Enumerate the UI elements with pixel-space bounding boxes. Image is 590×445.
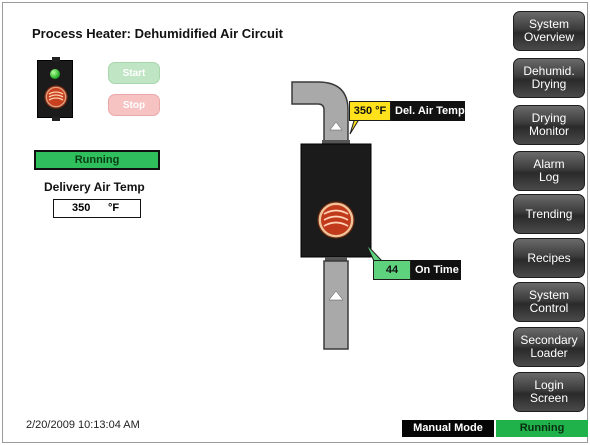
nav-system-control-button[interactable]: System Control: [513, 282, 585, 322]
datetime-display: 2/20/2009 10:13:04 AM: [26, 419, 140, 431]
start-button[interactable]: Start: [108, 62, 160, 84]
page-title: Process Heater: Dehumidified Air Circuit: [32, 26, 283, 41]
nav-secondary-loader-button[interactable]: Secondary Loader: [513, 327, 585, 367]
heater-status-indicator: [37, 57, 73, 121]
indicator-mount-top: [52, 57, 60, 61]
nav-trending-button[interactable]: Trending: [513, 194, 585, 234]
stop-button[interactable]: Stop: [108, 94, 160, 116]
on-time-callout: 44 On Time: [373, 260, 461, 280]
heater-element-icon: [317, 201, 355, 239]
nav-recipes-button[interactable]: Recipes: [513, 238, 585, 278]
indicator-mount-bottom: [52, 117, 60, 121]
system-running-indicator: Running: [494, 420, 588, 437]
nav-drying-monitor-button[interactable]: Drying Monitor: [513, 105, 585, 145]
heating-coil-icon: [44, 85, 68, 109]
nav-dehumid-drying-button[interactable]: Dehumid. Drying: [513, 58, 585, 98]
inlet-duct: [323, 260, 349, 350]
delivery-air-temp-label: Delivery Air Temp: [44, 180, 145, 194]
heater-body: [300, 143, 372, 258]
on-time-callout-value: 44: [373, 260, 411, 280]
del-air-temp-callout: 350 °F Del. Air Temp: [349, 101, 465, 121]
heater-running-status: Running: [34, 150, 160, 170]
nav-system-overview-button[interactable]: System Overview: [513, 11, 585, 51]
on-time-callout-label: On Time: [411, 260, 461, 280]
outlet-elbow-duct: [291, 81, 349, 143]
mode-indicator: Manual Mode: [402, 420, 494, 437]
delivery-air-temp-unit: °F: [108, 202, 120, 214]
delivery-air-temp-field[interactable]: 350 °F: [53, 199, 141, 218]
outlet-flange: [322, 140, 350, 144]
nav-login-screen-button[interactable]: Login Screen: [513, 372, 585, 412]
mode-status-bar: Manual Mode Running: [402, 420, 588, 437]
status-led-icon: [50, 69, 60, 79]
del-air-temp-callout-value: 350 °F: [349, 101, 391, 121]
delivery-air-temp-value: 350: [72, 202, 91, 214]
del-air-temp-callout-label: Del. Air Temp: [391, 101, 465, 121]
nav-alarm-log-button[interactable]: Alarm Log: [513, 151, 585, 191]
